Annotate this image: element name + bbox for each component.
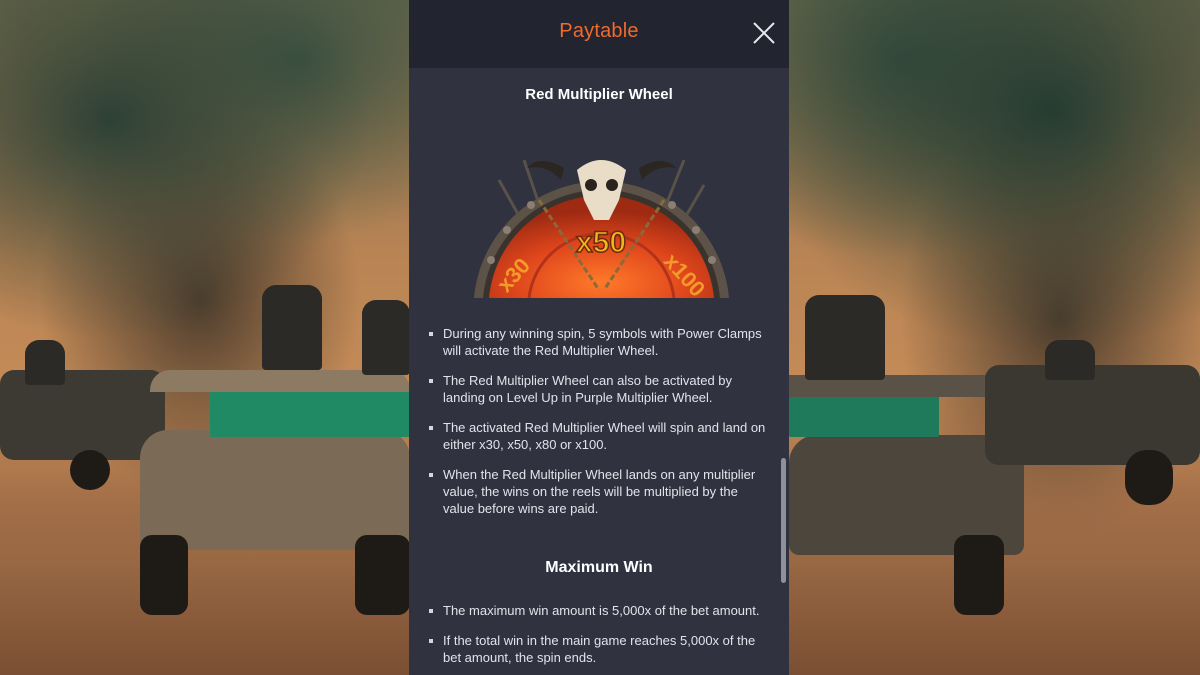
red-multiplier-wheel-image: x50 x30 x100 <box>474 159 729 300</box>
list-item: If the total win in the main game reache… <box>429 632 769 666</box>
red-wheel-section-title: Red Multiplier Wheel <box>525 86 673 103</box>
scrollbar-thumb[interactable] <box>781 458 786 583</box>
list-item: The Red Multiplier Wheel can also be act… <box>429 372 769 406</box>
left-muscle-car <box>140 370 410 620</box>
close-button[interactable] <box>752 21 776 45</box>
right-rider <box>805 295 885 380</box>
left-rider-2 <box>362 300 410 375</box>
list-item: During any winning spin, 5 symbols with … <box>429 325 769 359</box>
wheel-label-x50: x50 <box>576 226 626 259</box>
list-item: When the Red Multiplier Wheel lands on a… <box>429 466 769 517</box>
paytable-panel: Paytable Red Multiplier Wheel x50 x30 x1… <box>409 0 789 675</box>
left-rider <box>262 285 322 370</box>
list-item: The maximum win amount is 5,000x of the … <box>429 602 769 619</box>
close-icon <box>753 22 775 44</box>
max-win-section-title: Maximum Win <box>545 559 653 576</box>
panel-title: Paytable <box>559 20 639 42</box>
max-win-rules-list: The maximum win amount is 5,000x of the … <box>429 602 769 666</box>
paytable-scroll-content[interactable]: Red Multiplier Wheel x50 x30 x100 During… <box>409 68 789 675</box>
list-item: The activated Red Multiplier Wheel will … <box>429 419 769 453</box>
panel-header: Paytable <box>409 0 789 68</box>
right-far-vehicle <box>985 340 1200 510</box>
red-wheel-rules-list: During any winning spin, 5 symbols with … <box>429 325 769 517</box>
